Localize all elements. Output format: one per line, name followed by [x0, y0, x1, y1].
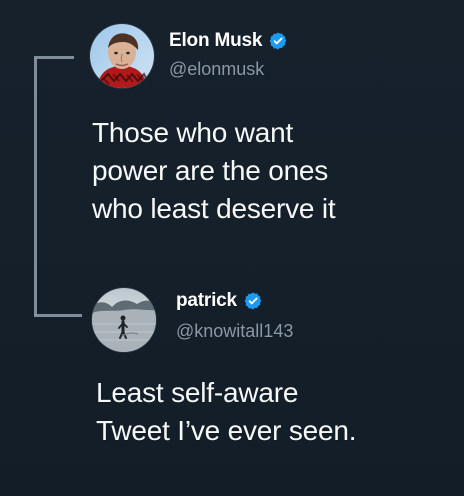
patrick-display-name[interactable]: patrick [176, 290, 237, 312]
elon-musk-display-name[interactable]: Elon Musk [169, 30, 262, 52]
patrick-avatar[interactable] [92, 288, 156, 352]
verified-badge-icon [243, 291, 263, 311]
verified-badge-icon [268, 31, 288, 51]
elon-musk-handle[interactable]: @elonmusk [169, 58, 264, 80]
patrick-name-row: patrick [176, 290, 263, 312]
reply-tweet-text: Least self-aware Tweet I’ve ever seen. [96, 377, 357, 446]
profile-avatar-icon [92, 288, 156, 352]
reply-tweet: patrick @knowitall143 Least self-aware T… [0, 280, 464, 496]
elon-musk-name-row: Elon Musk [169, 30, 288, 52]
tweet-thread-screen: Elon Musk @elonmusk Those who want power… [0, 0, 464, 496]
profile-avatar-icon [90, 24, 154, 88]
primary-tweet: Elon Musk @elonmusk Those who want power… [0, 0, 464, 280]
elon-musk-avatar[interactable] [90, 24, 154, 88]
patrick-handle[interactable]: @knowitall143 [176, 320, 293, 342]
primary-tweet-text: Those who want power are the ones who le… [92, 117, 336, 224]
